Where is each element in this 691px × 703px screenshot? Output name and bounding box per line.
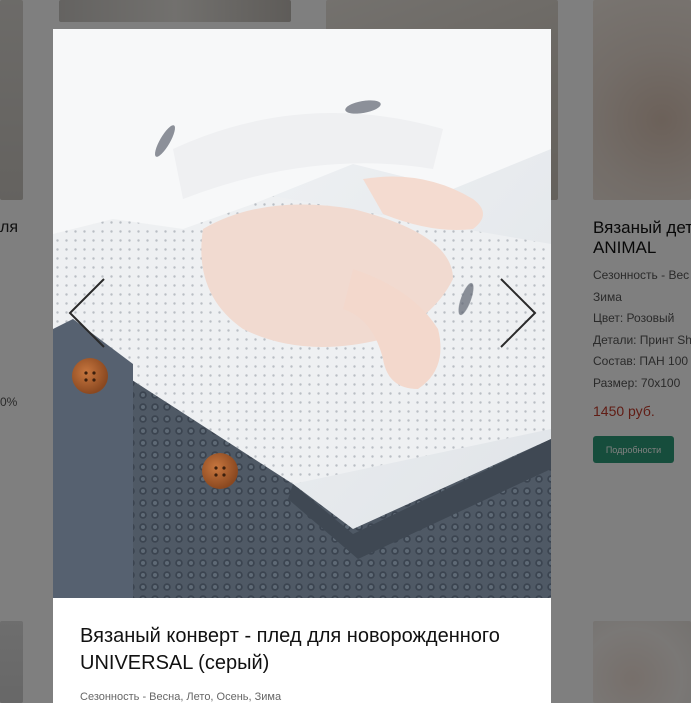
chevron-left-icon[interactable] (68, 277, 108, 349)
product-modal: Вязаный конверт - плед для новорожденног… (53, 29, 551, 703)
chevron-right-icon[interactable] (497, 277, 537, 349)
product-photo (53, 29, 551, 598)
modal-title: Вязаный конверт - плед для новорожденног… (80, 625, 500, 674)
modal-season: Сезонность - Весна, Лето, Осень, Зима (80, 691, 282, 703)
